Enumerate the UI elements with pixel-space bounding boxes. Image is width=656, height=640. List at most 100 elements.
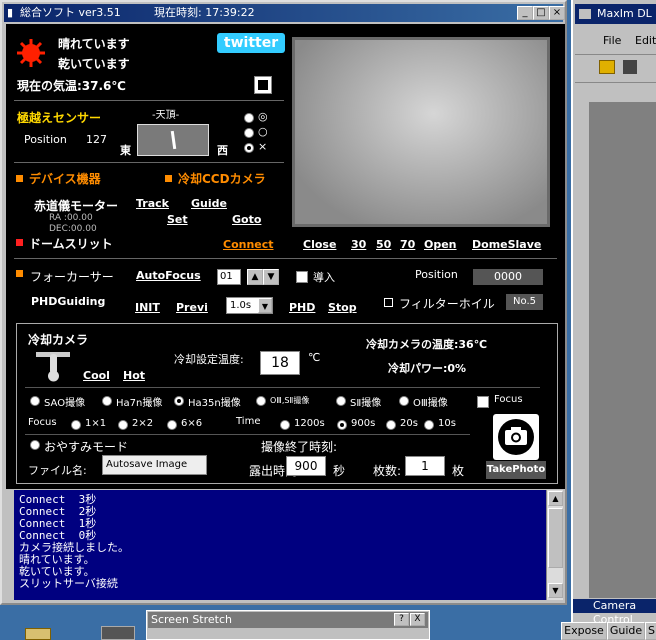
- mode-radio-sao[interactable]: [30, 396, 40, 406]
- exposure-input[interactable]: 900: [286, 456, 326, 476]
- take-photo-label[interactable]: TakePhoto: [486, 461, 546, 479]
- dome-50-button[interactable]: 50: [376, 238, 391, 251]
- menu-file[interactable]: File: [603, 34, 621, 47]
- tab-s[interactable]: S: [645, 622, 656, 640]
- time-radio-10[interactable]: [424, 420, 434, 430]
- dome-30-button[interactable]: 30: [351, 238, 366, 251]
- twitter-button[interactable]: twitter: [217, 33, 285, 53]
- thermometer-icon: [36, 350, 70, 382]
- bin-radio-1[interactable]: [71, 420, 81, 430]
- exposure-select-value: 1.0s: [230, 300, 252, 311]
- autofocus-button[interactable]: AutoFocus: [136, 269, 201, 282]
- focuser-label: フォーカーサー: [30, 270, 114, 284]
- focus-down-button[interactable]: ▼: [263, 269, 279, 285]
- time-radio-1200[interactable]: [280, 420, 290, 430]
- bin-1x1: 1×1: [85, 418, 107, 429]
- scroll-thumb[interactable]: [548, 508, 563, 568]
- stop-icon[interactable]: [254, 76, 272, 94]
- mode-radio-o3[interactable]: [399, 396, 409, 406]
- phd-stop-button[interactable]: Stop: [328, 301, 357, 314]
- scroll-up-icon[interactable]: ▲: [548, 491, 563, 506]
- bin-radio-2[interactable]: [118, 420, 128, 430]
- take-photo-button[interactable]: [493, 414, 539, 460]
- count-input[interactable]: 1: [405, 456, 445, 476]
- app-icon: ▮: [7, 6, 14, 19]
- focus-label: Focus: [28, 417, 57, 428]
- mode-o3s2: OⅢ,SⅡ撮像: [270, 396, 310, 405]
- cool-button[interactable]: Cool: [83, 369, 110, 382]
- tab-expose[interactable]: Expose: [561, 622, 607, 640]
- goto-button[interactable]: Goto: [232, 213, 261, 226]
- bin-radio-6[interactable]: [167, 420, 177, 430]
- filename-label: ファイル名:: [28, 464, 87, 477]
- main-window: ▮ 総合ソフト ver3.51 現在時刻: 17:39:22 _ □ × 晴れて…: [0, 0, 567, 605]
- focus-up-button[interactable]: ▲: [247, 269, 263, 285]
- focus-step-input[interactable]: 01: [217, 269, 241, 285]
- track-button[interactable]: Track: [136, 197, 169, 210]
- west-label: 西: [217, 144, 228, 157]
- menu-edit[interactable]: Edit: [635, 34, 656, 47]
- sleep-radio[interactable]: [30, 440, 40, 450]
- camera-title: 冷却カメラ: [28, 333, 89, 347]
- open-folder-icon[interactable]: [599, 60, 615, 74]
- stretch-title: Screen Stretch: [151, 613, 232, 626]
- mode-sao: SAO撮像: [44, 398, 86, 409]
- horizon-title: 極越えセンサー: [17, 111, 102, 125]
- camera-icon: [493, 414, 539, 460]
- current-time: 現在時刻: 17:39:22: [154, 6, 255, 19]
- count-unit: 枚: [452, 464, 465, 478]
- horizon-opt-2: ○: [258, 125, 268, 138]
- mode-radio-ha35n[interactable]: [174, 396, 184, 406]
- hot-button[interactable]: Hot: [123, 369, 145, 382]
- help-button[interactable]: ?: [394, 613, 409, 626]
- save-icon[interactable]: [623, 60, 637, 74]
- horizon-radio-3[interactable]: [244, 143, 254, 153]
- dome-70-button[interactable]: 70: [400, 238, 415, 251]
- stretch-title-bar: Screen Stretch ? X: [148, 612, 428, 628]
- time-label: Time: [236, 416, 261, 427]
- time-radio-900[interactable]: [337, 420, 347, 430]
- filter-checkbox[interactable]: [384, 298, 393, 307]
- dome-slave-button[interactable]: DomeSlave: [472, 238, 541, 251]
- horizon-radio-2[interactable]: [244, 128, 254, 138]
- mode-radio-ha7n[interactable]: [102, 396, 112, 406]
- phd-button[interactable]: PHD: [289, 301, 315, 314]
- sleep-label: おやすみモード: [44, 440, 129, 454]
- phd-init-button[interactable]: INIT: [135, 301, 160, 314]
- chevron-down-icon: ▼: [258, 298, 272, 313]
- desktop-folder-icon[interactable]: [25, 628, 51, 640]
- guide-button[interactable]: Guide: [191, 197, 227, 210]
- filename-input[interactable]: Autosave Image: [102, 455, 207, 475]
- dome-close-button[interactable]: Close: [303, 238, 336, 251]
- mount-label: 赤道儀モーター: [34, 199, 119, 213]
- log-scrollbar[interactable]: ▲ ▼: [546, 490, 563, 600]
- minimize-button[interactable]: _: [517, 6, 533, 20]
- set-button[interactable]: Set: [167, 213, 188, 226]
- phd-label: PHDGuiding: [31, 295, 106, 308]
- focus-checkbox[interactable]: [477, 396, 489, 408]
- divider: [14, 100, 284, 101]
- intro-checkbox[interactable]: [296, 271, 308, 283]
- scroll-down-icon[interactable]: ▼: [548, 583, 563, 598]
- close-button[interactable]: ×: [549, 6, 565, 20]
- dome-open-button[interactable]: Open: [424, 238, 457, 251]
- horizon-radio-1[interactable]: [244, 113, 254, 123]
- ra-readout: RA :00.00: [49, 213, 93, 223]
- mode-ha7n: Ha7n撮像: [116, 398, 163, 409]
- maximize-button[interactable]: □: [533, 6, 549, 20]
- set-temp-input[interactable]: 18: [260, 351, 300, 375]
- dome-connect-button[interactable]: Connect: [223, 238, 274, 251]
- tab-guide[interactable]: Guide: [607, 622, 645, 640]
- time-10s: 10s: [438, 418, 456, 429]
- exposure-unit: 秒: [333, 464, 346, 478]
- mode-radio-o3s2[interactable]: [256, 396, 266, 406]
- camera-panel: 冷却カメラ Cool Hot 冷却設定温度: 18 ℃ 冷却カメラの温度:36℃…: [16, 323, 558, 484]
- stretch-close-button[interactable]: X: [410, 613, 425, 626]
- dome-bullet: [16, 239, 23, 246]
- desktop-app-icon[interactable]: [101, 626, 135, 640]
- horizon-opt-1: ◎: [258, 110, 268, 123]
- exposure-select[interactable]: 1.0s ▼: [226, 297, 273, 314]
- phd-previ-button[interactable]: Previ: [176, 301, 208, 314]
- mode-radio-s2[interactable]: [336, 396, 346, 406]
- time-radio-20[interactable]: [386, 420, 396, 430]
